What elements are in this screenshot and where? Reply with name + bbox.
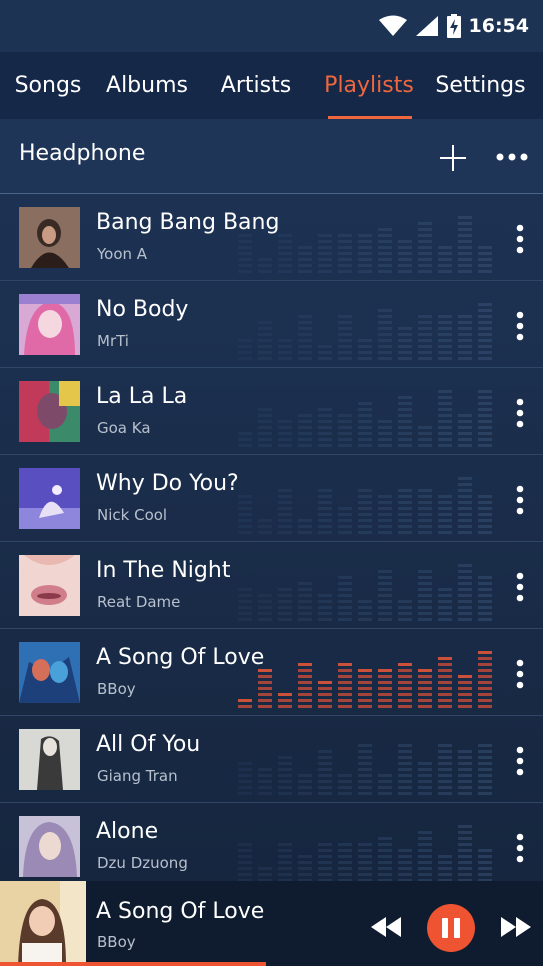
song-row[interactable]: La La La Goa Ka [0,368,543,455]
album-art-thumbnail [19,294,80,355]
playlist-header: Headphone [0,119,543,194]
song-artist: MrTi [97,332,129,350]
song-artist: BBoy [97,680,136,698]
equalizer-visual-active [238,651,492,708]
playlist-title: Headphone [19,141,146,166]
more-vertical-icon[interactable] [514,833,526,863]
tab-bar: Songs Albums Artists Playlists Settings [0,52,543,119]
tab-label: Songs [14,73,82,98]
equalizer-visual [238,825,492,881]
song-row[interactable]: Bang Bang Bang Yoon A [0,194,543,281]
equalizer-visual [238,303,492,360]
more-vertical-icon[interactable] [514,572,526,602]
equalizer-visual [238,564,492,621]
equalizer-visual [238,744,492,795]
album-art-thumbnail [19,555,80,616]
signal-icon [415,16,438,36]
tab-label: Settings [435,73,526,98]
song-title: No Body [96,297,189,322]
now-playing-bar[interactable]: A Song Of Love BBoy [0,881,543,966]
pause-button[interactable] [427,904,475,952]
plus-icon[interactable] [440,145,466,171]
song-row[interactable]: Alone Dzu Dzuong [0,803,543,881]
song-artist: Giang Tran [97,767,178,785]
album-art-thumbnail [19,468,80,529]
pause-icon [442,918,460,938]
tab-label: Artists [220,73,292,98]
song-list: Bang Bang Bang Yoon A No Body MrTi La La… [0,194,543,881]
album-art-thumbnail [19,642,80,703]
more-vertical-icon[interactable] [514,485,526,515]
song-artist: Nick Cool [97,506,168,524]
now-playing-artist: BBoy [97,933,136,951]
more-vertical-icon[interactable] [514,746,526,776]
album-art-thumbnail [19,816,80,877]
song-row[interactable]: All Of You Giang Tran [0,716,543,803]
song-artist: Yoon A [97,245,148,263]
playback-progress-fill [0,962,267,966]
equalizer-visual [238,477,492,534]
song-row[interactable]: Why Do You? Nick Cool [0,455,543,542]
song-artist: Goa Ka [97,419,151,437]
battery-charging-icon [446,14,461,38]
tab-songs[interactable]: Songs [0,52,96,119]
tab-label: Playlists [324,73,414,98]
status-bar: 16:54 [0,0,543,52]
more-horizontal-icon[interactable] [496,151,528,163]
more-vertical-icon[interactable] [514,398,526,428]
now-playing-album-art [0,881,86,966]
song-title: Alone [96,819,159,844]
wifi-icon [378,15,407,36]
album-art-thumbnail [19,729,80,790]
more-vertical-icon[interactable] [514,659,526,689]
song-title: Bang Bang Bang [96,210,280,235]
song-artist: Reat Dame [97,593,181,611]
playback-progress[interactable] [0,962,543,966]
album-art-thumbnail [19,207,80,268]
clock: 16:54 [468,15,529,37]
song-title: All Of You [96,732,201,757]
song-title: La La La [96,384,188,409]
song-row-now-playing[interactable]: A Song Of Love BBoy [0,629,543,716]
rewind-icon[interactable] [371,917,401,937]
more-vertical-icon[interactable] [514,224,526,254]
equalizer-visual [238,390,492,447]
fast-forward-icon[interactable] [501,917,531,937]
song-artist: Dzu Dzuong [97,854,188,872]
song-row[interactable]: No Body MrTi [0,281,543,368]
song-title: In The Night [96,558,231,583]
now-playing-title: A Song Of Love [96,899,265,924]
tab-playlists[interactable]: Playlists [318,52,420,119]
tab-artists[interactable]: Artists [204,52,308,119]
more-vertical-icon[interactable] [514,311,526,341]
song-title: Why Do You? [96,471,239,496]
song-row[interactable]: In The Night Reat Dame [0,542,543,629]
tab-label: Albums [106,73,188,98]
tab-settings[interactable]: Settings [430,52,531,119]
tab-albums[interactable]: Albums [96,52,198,119]
song-title: A Song Of Love [96,645,265,670]
album-art-thumbnail [19,381,80,442]
